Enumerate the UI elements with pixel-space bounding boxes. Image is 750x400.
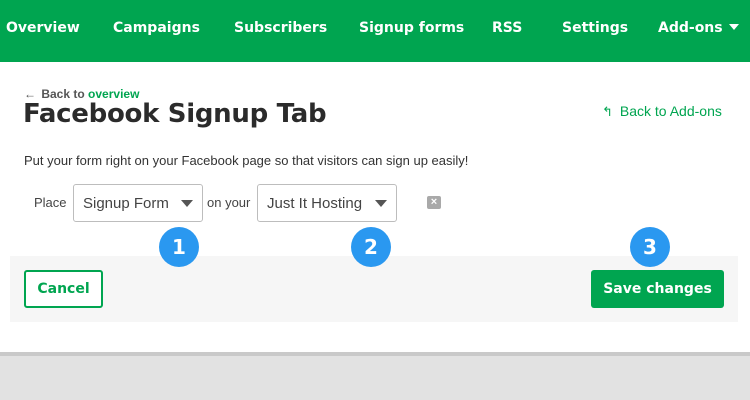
nav-item-add-ons-label: Add-ons xyxy=(658,20,723,36)
form-select[interactable]: Signup Form xyxy=(73,184,203,222)
facebook-page-select-value: Just It Hosting xyxy=(267,195,363,212)
caret-down-icon xyxy=(728,24,739,30)
on-your-label: on your xyxy=(207,195,251,210)
place-label: Place xyxy=(34,195,67,210)
panel-divider xyxy=(0,352,750,356)
annotation-badge-1: 1 xyxy=(159,227,199,267)
reply-arrow-icon: ↰ xyxy=(602,104,613,119)
chevron-down-icon xyxy=(375,200,387,207)
nav-item-signup-forms[interactable]: Signup forms xyxy=(359,20,464,36)
annotation-badge-2: 2 xyxy=(351,227,391,267)
nav-item-overview[interactable]: Overview xyxy=(6,20,80,36)
nav-item-settings[interactable]: Settings xyxy=(562,20,628,36)
cancel-button[interactable]: Cancel xyxy=(24,270,103,308)
nav-item-subscribers[interactable]: Subscribers xyxy=(234,20,327,36)
save-changes-button[interactable]: Save changes xyxy=(591,270,724,308)
top-navigation: Overview Campaigns Subscribers Signup fo… xyxy=(0,0,750,62)
page-title: Facebook Signup Tab xyxy=(23,99,327,129)
page-description: Put your form right on your Facebook pag… xyxy=(24,153,469,168)
annotation-badge-3: 3 xyxy=(630,227,670,267)
nav-item-rss[interactable]: RSS xyxy=(492,20,522,36)
close-icon[interactable]: × xyxy=(427,196,441,209)
back-to-add-ons-label: Back to Add-ons xyxy=(619,103,722,119)
nav-item-add-ons[interactable]: Add-ons xyxy=(658,20,739,36)
chevron-down-icon xyxy=(181,200,193,207)
facebook-page-select[interactable]: Just It Hosting xyxy=(257,184,397,222)
form-select-value: Signup Form xyxy=(83,195,169,212)
nav-item-campaigns[interactable]: Campaigns xyxy=(113,20,200,36)
back-to-add-ons-link[interactable]: ↰ Back to Add-ons xyxy=(602,103,722,120)
